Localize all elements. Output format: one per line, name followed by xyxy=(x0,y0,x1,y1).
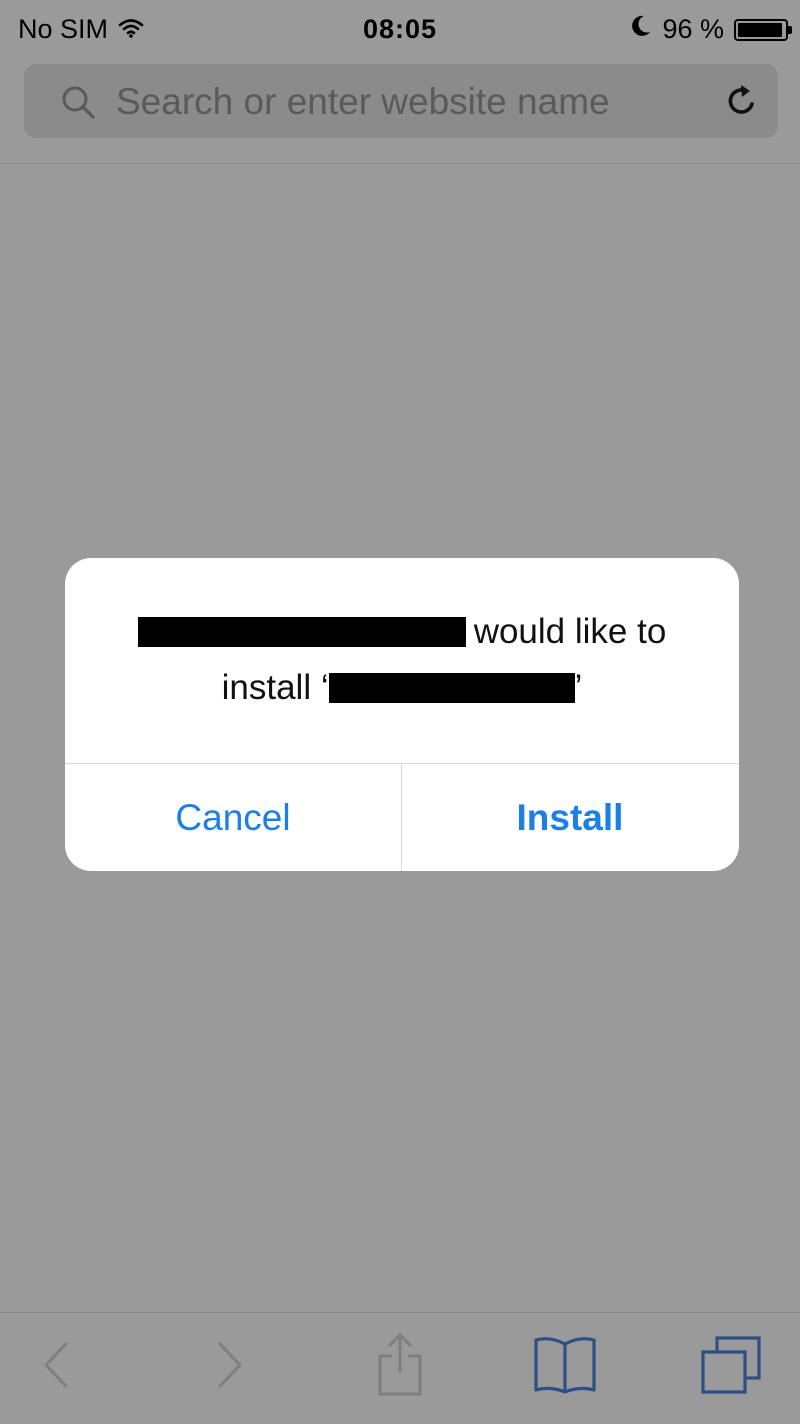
tabs-button[interactable] xyxy=(690,1327,770,1407)
forward-icon xyxy=(210,1340,250,1395)
status-bar: No SIM 08:05 96 % xyxy=(0,0,800,60)
redacted-app-name xyxy=(328,673,575,703)
cancel-button[interactable]: Cancel xyxy=(65,764,401,871)
install-alert-dialog: would like to install ‘ ’ Cancel Install xyxy=(65,558,739,871)
alert-message-install-suffix: ’ xyxy=(574,668,583,707)
forward-button[interactable] xyxy=(190,1327,270,1407)
search-icon xyxy=(60,84,96,125)
share-icon xyxy=(372,1332,428,1403)
status-right: 96 % xyxy=(630,14,792,45)
bookmarks-button[interactable] xyxy=(525,1327,605,1407)
redacted-site-name xyxy=(137,617,466,647)
alert-message-line-2: install ‘ ’ xyxy=(95,660,709,716)
bottom-toolbar xyxy=(0,1313,800,1424)
share-button[interactable] xyxy=(360,1327,440,1407)
reload-icon[interactable] xyxy=(724,82,760,125)
alert-message-install-prefix: install ‘ xyxy=(221,668,329,707)
bookmarks-icon xyxy=(530,1334,600,1401)
alert-message: would like to install ‘ ’ xyxy=(95,604,709,716)
top-divider xyxy=(0,163,800,164)
battery-icon xyxy=(734,18,792,41)
alert-message-line-1: would like to xyxy=(95,604,709,660)
alert-message-text-1: would like to xyxy=(473,612,667,651)
address-input[interactable] xyxy=(114,76,718,128)
url-bar[interactable] xyxy=(24,64,778,138)
back-button[interactable] xyxy=(16,1327,96,1407)
battery-percent: 96 % xyxy=(662,14,724,44)
back-icon xyxy=(36,1340,76,1395)
moon-icon xyxy=(630,14,652,45)
install-button[interactable]: Install xyxy=(402,764,738,871)
battery-level-fill xyxy=(738,22,783,37)
tabs-icon xyxy=(697,1334,763,1401)
